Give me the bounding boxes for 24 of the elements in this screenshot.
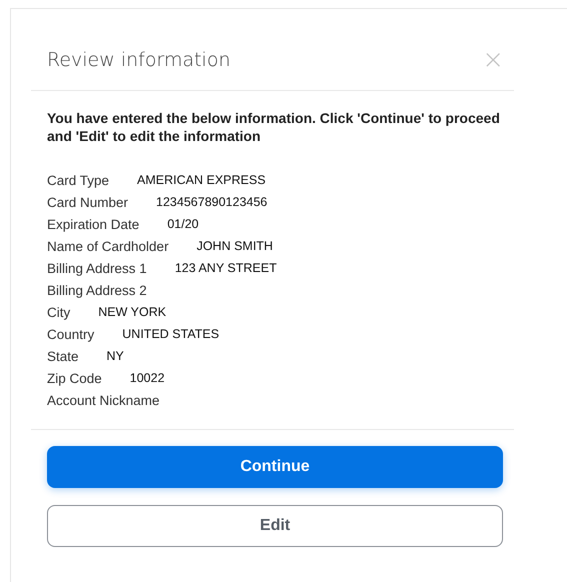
field-label: Zip Code (47, 370, 102, 386)
field-label: Card Number (47, 194, 128, 210)
field-label: State (47, 348, 79, 364)
field-label: Country (47, 326, 94, 342)
edit-button[interactable]: Edit (47, 505, 503, 547)
field-value: 10022 (130, 371, 165, 385)
field-label: Card Type (47, 172, 110, 188)
field-value: AMERICAN EXPRESS (137, 173, 266, 187)
field-label: Account Nickname (47, 392, 160, 408)
field-label: Expiration Date (47, 216, 140, 232)
field-label: City (47, 304, 70, 320)
field-value: NEW YORK (98, 305, 166, 319)
field-value: 123 ANY STREET (174, 261, 277, 275)
field-label: Billing Address 1 (47, 260, 147, 276)
dialog-title: Review information (47, 49, 230, 71)
instruction-text: You have entered the below information. Click 'Continue' to proceed and 'Edit' to edit the information (47, 109, 501, 145)
field-value: NY (106, 349, 124, 363)
continue-button[interactable]: Continue (47, 446, 503, 488)
field-label: Billing Address 2 (47, 282, 147, 298)
field-value: 1234567890123456 (156, 195, 268, 209)
field-value: 01/20 (167, 217, 199, 231)
field-value: JOHN SMITH (196, 239, 273, 253)
field-label: Name of Cardholder (47, 238, 169, 254)
field-value: UNITED STATES (122, 327, 220, 341)
